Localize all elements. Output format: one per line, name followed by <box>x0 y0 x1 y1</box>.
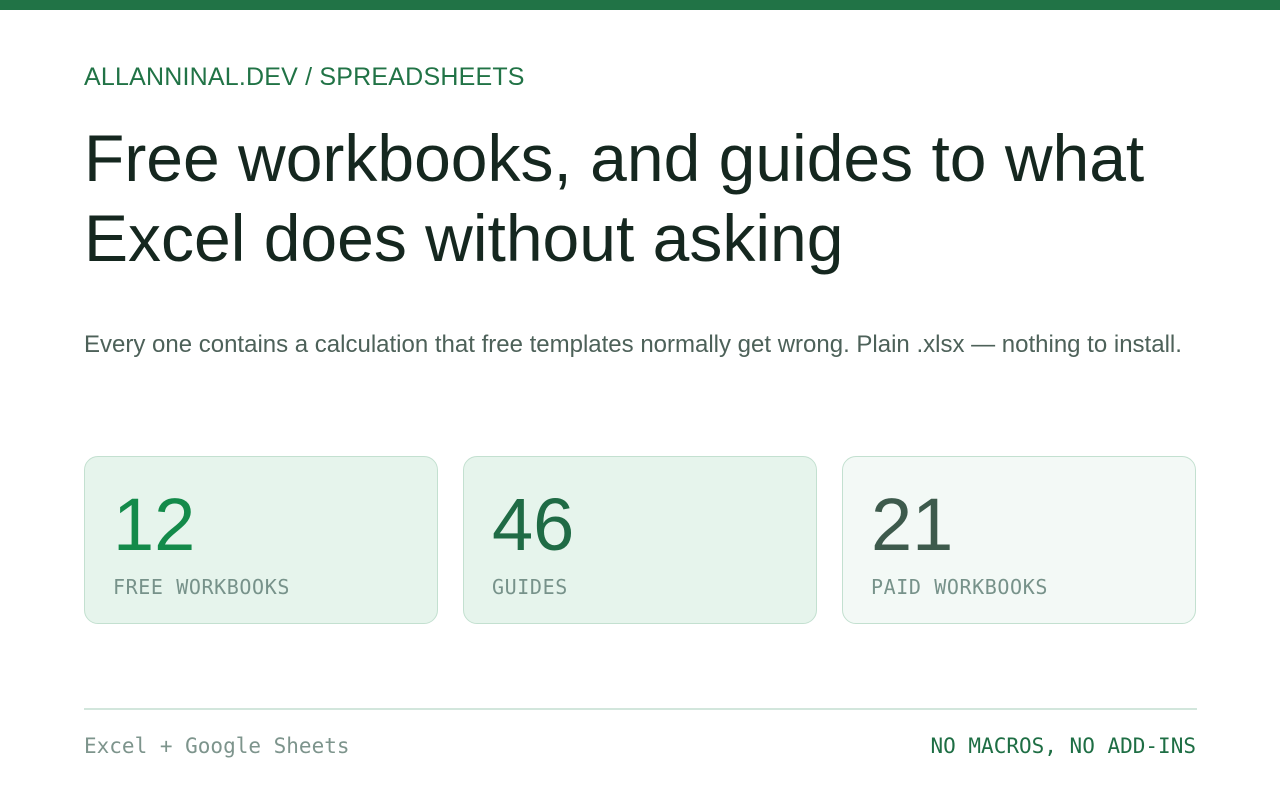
footer-tagline: NO MACROS, NO ADD-INS <box>930 734 1196 758</box>
footer-compatibility: Excel + Google Sheets <box>84 734 350 758</box>
stat-label: FREE WORKBOOKS <box>113 575 290 599</box>
stats-row: 12 FREE WORKBOOKS 46 GUIDES 21 PAID WORK… <box>84 456 1196 624</box>
stat-value: 12 <box>113 483 196 566</box>
stat-card-paid-workbooks[interactable]: 21 PAID WORKBOOKS <box>842 456 1196 624</box>
breadcrumb[interactable]: ALLANNINAL.DEV / SPREADSHEETS <box>84 62 525 92</box>
stat-value: 21 <box>871 483 954 566</box>
page-title: Free workbooks, and guides to what Excel… <box>84 121 1145 275</box>
stat-value: 46 <box>492 483 575 566</box>
page-subtitle: Every one contains a calculation that fr… <box>84 331 1182 358</box>
footer-divider <box>84 708 1197 710</box>
stat-card-guides[interactable]: 46 GUIDES <box>463 456 817 624</box>
stat-label: GUIDES <box>492 575 568 599</box>
brand-top-bar <box>0 0 1280 10</box>
stat-label: PAID WORKBOOKS <box>871 575 1048 599</box>
stat-card-free-workbooks[interactable]: 12 FREE WORKBOOKS <box>84 456 438 624</box>
